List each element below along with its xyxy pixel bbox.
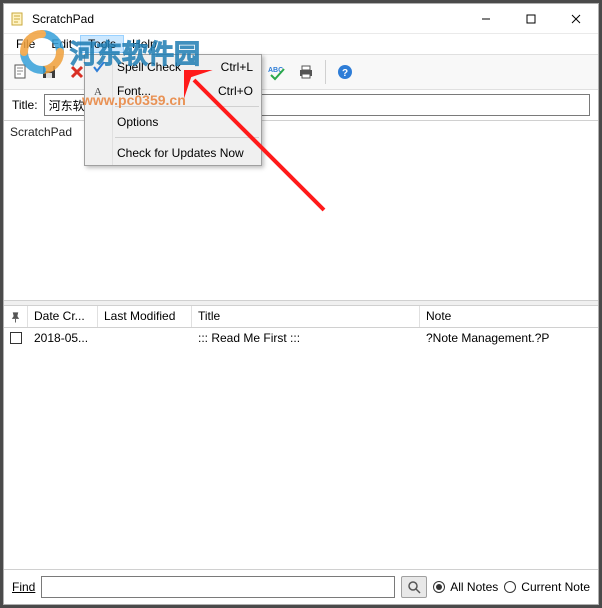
grid-header: Date Cr... Last Modified Title Note [4, 306, 598, 328]
row-checkbox[interactable] [10, 332, 22, 344]
font-icon: A [90, 82, 108, 100]
titlebar: ScratchPad [4, 4, 598, 34]
close-button[interactable] [553, 4, 598, 34]
col-title[interactable]: Title [192, 306, 420, 327]
menu-tools[interactable]: Tools [80, 35, 124, 53]
menu-help[interactable]: Help [124, 35, 165, 53]
menu-check-updates[interactable]: Check for Updates Now [85, 141, 261, 165]
col-note[interactable]: Note [420, 306, 598, 327]
cell-note: ?Note Management.?P [420, 331, 598, 345]
menu-spell-check[interactable]: Spell Check Ctrl+L [85, 55, 261, 79]
app-window: ScratchPad File Edit Tools Help ABC ? Ti… [4, 4, 598, 604]
svg-text:A: A [94, 86, 102, 98]
spellcheck-button[interactable]: ABC [265, 59, 291, 85]
maximize-button[interactable] [508, 4, 553, 34]
find-label: Find [12, 580, 35, 594]
minimize-button[interactable] [463, 4, 508, 34]
app-icon [10, 11, 26, 27]
find-input[interactable] [41, 576, 395, 598]
note-list: Date Cr... Last Modified Title Note 2018… [4, 306, 598, 570]
cell-title: ::: Read Me First ::: [192, 331, 420, 345]
help-button[interactable]: ? [332, 59, 358, 85]
tools-dropdown: Spell Check Ctrl+L A Font... Ctrl+O Opti… [84, 54, 262, 166]
col-pin[interactable] [4, 306, 28, 327]
title-label: Title: [12, 98, 38, 112]
cell-date: 2018-05... [28, 331, 98, 345]
menu-options[interactable]: Options [85, 110, 261, 134]
grid-body: 2018-05... ::: Read Me First ::: ?Note M… [4, 328, 598, 569]
radio-all-notes[interactable]: All Notes [433, 580, 498, 594]
find-button[interactable] [401, 576, 427, 598]
menu-font[interactable]: A Font... Ctrl+O [85, 79, 261, 103]
check-icon [90, 58, 108, 76]
col-date[interactable]: Date Cr... [28, 306, 98, 327]
menu-file[interactable]: File [8, 35, 43, 53]
print-button[interactable] [293, 59, 319, 85]
window-title: ScratchPad [32, 12, 463, 26]
save-button[interactable] [36, 59, 62, 85]
find-bar: Find All Notes Current Note [4, 570, 598, 604]
menu-edit[interactable]: Edit [43, 35, 80, 53]
radio-current-note[interactable]: Current Note [504, 580, 590, 594]
new-note-button[interactable] [8, 59, 34, 85]
table-row[interactable]: 2018-05... ::: Read Me First ::: ?Note M… [4, 328, 598, 348]
col-modified[interactable]: Last Modified [98, 306, 192, 327]
menubar: File Edit Tools Help [4, 34, 598, 54]
svg-text:?: ? [342, 68, 348, 79]
editor-text: ScratchPad [10, 125, 72, 139]
